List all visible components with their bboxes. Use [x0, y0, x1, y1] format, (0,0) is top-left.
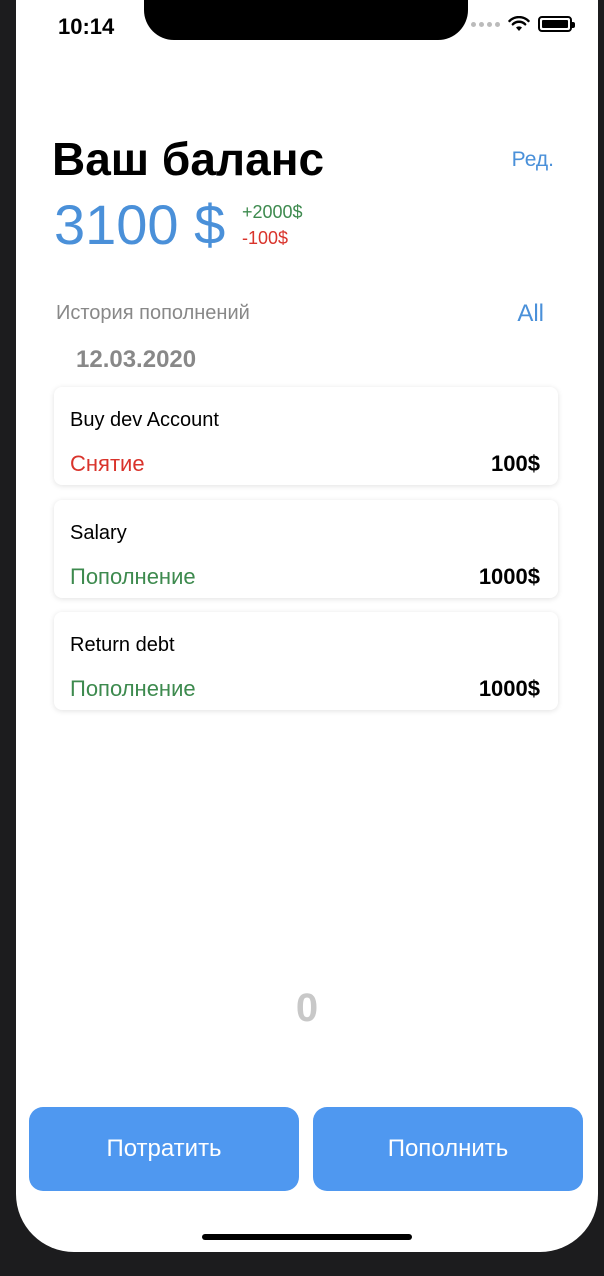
status-time: 10:14	[58, 14, 115, 39]
transaction-amount: 100$	[491, 451, 540, 476]
transaction-card[interactable]: Salary Пополнение 1000$	[54, 500, 558, 598]
show-all-button[interactable]: All	[517, 300, 544, 328]
spend-button[interactable]: Потратить	[29, 1107, 299, 1191]
status-icons	[471, 16, 575, 32]
device-bezel	[0, 0, 16, 1276]
home-indicator[interactable]	[202, 1234, 412, 1240]
transaction-card[interactable]: Buy dev Account Снятие 100$	[54, 387, 558, 485]
top-up-button[interactable]: Пополнить	[313, 1107, 583, 1191]
edit-button[interactable]: Ред.	[512, 148, 554, 172]
transaction-card[interactable]: Return debt Пополнение 1000$	[54, 612, 558, 710]
page-title: Ваш баланс	[52, 133, 325, 185]
transaction-type: Снятие	[70, 451, 145, 476]
balance-value: 3100 $	[54, 193, 226, 256]
balance-income: +2000$	[242, 202, 303, 222]
signal-dots-icon	[471, 21, 500, 27]
wifi-icon	[508, 16, 530, 31]
transaction-type: Пополнение	[70, 564, 196, 589]
transaction-amount: 1000$	[478, 564, 540, 589]
history-label: История пополнений	[56, 302, 250, 324]
transaction-type: Пополнение	[70, 676, 196, 701]
transaction-name: Return debt	[70, 634, 175, 656]
history-date: 12.03.2020	[76, 346, 197, 373]
transaction-name: Buy dev Account	[70, 409, 219, 431]
transaction-name: Salary	[70, 522, 127, 544]
transaction-amount: 1000$	[478, 676, 540, 701]
battery-icon	[538, 16, 575, 32]
amount-counter: 0	[295, 986, 319, 1030]
balance-expense: -100$	[242, 228, 289, 248]
device-notch	[144, 0, 468, 40]
app-screen: 10:14 Ваш баланс Ред. 3100 $ +2000$ -100…	[16, 0, 598, 1252]
